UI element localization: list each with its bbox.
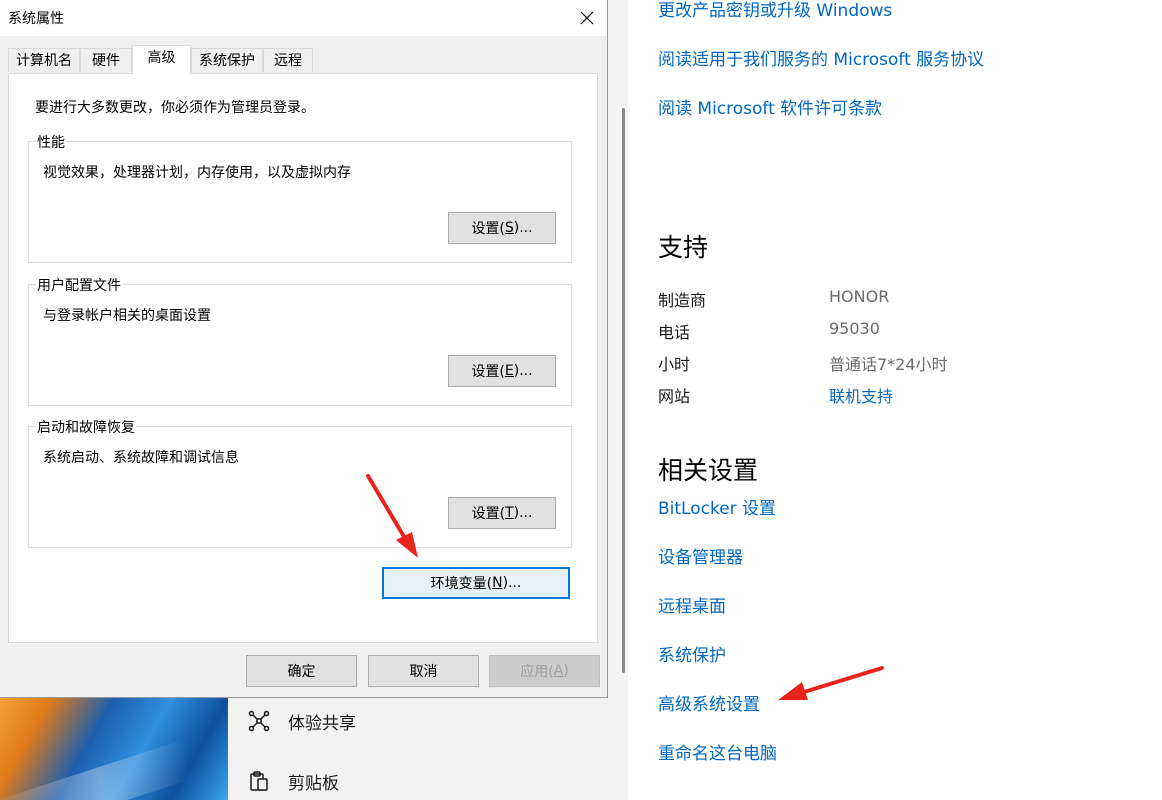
support-value-phone: 95030 [829, 319, 880, 338]
close-button[interactable] [566, 0, 608, 36]
access-key: E [504, 363, 514, 379]
group-title: 用户配置文件 [36, 275, 122, 295]
system-properties-dialog: 系统属性 计算机名 硬件 高级 系统保护 远程 要进行大多数更改，你必须作为管理… [0, 0, 608, 698]
nav-item-label: 剪贴板 [288, 773, 339, 794]
link-service-agreement[interactable]: 阅读适用于我们服务的 Microsoft 服务协议 [658, 45, 984, 70]
access-key: S [504, 220, 514, 236]
advanced-tab-panel: 要进行大多数更改，你必须作为管理员登录。 性能 视觉效果，处理器计划，内存使用，… [8, 73, 598, 643]
support-key-manufacturer: 制造商 [658, 291, 707, 310]
cancel-button[interactable]: 取消 [368, 655, 479, 687]
support-key-phone: 电话 [658, 323, 691, 342]
close-icon [580, 11, 594, 25]
share-network-icon [248, 710, 270, 732]
group-title: 性能 [36, 132, 66, 152]
user-profiles-group: 用户配置文件 与登录帐户相关的桌面设置 设置(E)... [28, 275, 572, 406]
support-heading: 支持 [658, 233, 709, 262]
group-title: 启动和故障恢复 [36, 417, 136, 437]
button-label-suffix: )... [502, 575, 522, 591]
access-key: T [505, 505, 514, 521]
link-license-terms[interactable]: 阅读 Microsoft 软件许可条款 [658, 94, 882, 119]
group-description: 视觉效果，处理器计划，内存使用，以及虚拟内存 [43, 165, 351, 181]
button-label: 设置( [471, 364, 505, 380]
nav-item-label: 体验共享 [288, 713, 356, 734]
link-bitlocker[interactable]: BitLocker 设置 [658, 494, 776, 519]
tab-advanced[interactable]: 高级 [132, 45, 191, 74]
link-change-product-key[interactable]: 更改产品密钥或升级 Windows [658, 0, 892, 21]
link-advanced-system-settings[interactable]: 高级系统设置 [658, 690, 760, 715]
support-value-manufacturer: HONOR [829, 287, 890, 306]
startup-recovery-settings-button[interactable]: 设置(T)... [448, 497, 556, 529]
button-label: 应用( [520, 664, 554, 680]
support-key-website: 网站 [658, 387, 691, 406]
link-remote-desktop[interactable]: 远程桌面 [658, 592, 726, 617]
button-label-suffix: )... [513, 505, 533, 521]
button-label-suffix: ) [563, 663, 569, 679]
button-label-suffix: )... [513, 220, 533, 236]
tab-computer-name[interactable]: 计算机名 [8, 48, 80, 72]
support-key-hours: 小时 [658, 355, 691, 374]
button-label: 环境变量( [430, 576, 493, 592]
link-system-protection[interactable]: 系统保护 [658, 641, 726, 666]
nav-item-shared-experiences[interactable]: 体验共享 [248, 706, 356, 736]
ok-button[interactable]: 确定 [246, 655, 357, 687]
button-label: 设置( [471, 506, 506, 522]
link-device-manager[interactable]: 设备管理器 [658, 543, 743, 568]
apply-button[interactable]: 应用(A) [489, 655, 600, 687]
button-label: 设置( [471, 221, 505, 237]
support-value-hours: 普通话7*24小时 [829, 355, 948, 374]
dialog-titlebar[interactable]: 系统属性 [0, 0, 607, 36]
link-rename-pc[interactable]: 重命名这台电脑 [658, 739, 777, 764]
nav-item-clipboard[interactable]: 剪贴板 [248, 766, 339, 796]
dialog-title: 系统属性 [8, 11, 64, 27]
performance-settings-button[interactable]: 设置(S)... [448, 212, 556, 244]
clipboard-icon [250, 771, 268, 791]
performance-group: 性能 视觉效果，处理器计划，内存使用，以及虚拟内存 设置(S)... [28, 132, 572, 263]
access-key: N [492, 575, 503, 591]
startup-recovery-group: 启动和故障恢复 系统启动、系统故障和调试信息 设置(T)... [28, 417, 572, 548]
user-profiles-settings-button[interactable]: 设置(E)... [448, 355, 556, 387]
scrollbar-thumb[interactable] [622, 108, 625, 673]
environment-variables-button[interactable]: 环境变量(N)... [382, 567, 570, 599]
access-key: A [553, 663, 564, 679]
tab-system-protection[interactable]: 系统保护 [191, 48, 263, 72]
desktop-wallpaper [0, 698, 228, 800]
group-description: 与登录帐户相关的桌面设置 [43, 308, 211, 324]
tab-remote[interactable]: 远程 [263, 48, 313, 72]
settings-about-page: 更改产品密钥或升级 Windows 阅读适用于我们服务的 Microsoft 服… [628, 0, 1162, 800]
tab-hardware[interactable]: 硬件 [80, 48, 132, 72]
button-label-suffix: )... [513, 363, 533, 379]
scroll-track [608, 0, 628, 800]
related-settings-heading: 相关设置 [658, 456, 759, 485]
admin-note: 要进行大多数更改，你必须作为管理员登录。 [35, 100, 315, 116]
group-description: 系统启动、系统故障和调试信息 [43, 450, 239, 466]
support-link-online[interactable]: 联机支持 [829, 383, 893, 407]
